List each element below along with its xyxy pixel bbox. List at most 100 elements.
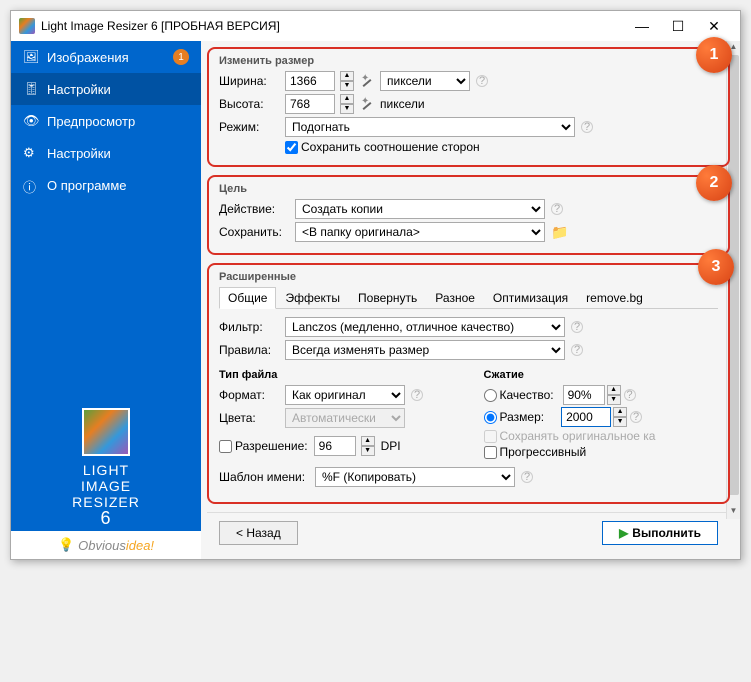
eye-icon: 👁: [23, 113, 39, 129]
sidebar-label: О программе: [47, 178, 127, 193]
sliders-icon: 🎚: [23, 81, 39, 97]
bulb-icon: 💡: [58, 537, 74, 553]
colors-label: Цвета:: [219, 411, 279, 425]
sizekb-input[interactable]: [561, 407, 611, 427]
info-icon: ⓘ: [23, 177, 39, 193]
tab-general[interactable]: Общие: [219, 287, 276, 309]
format-select[interactable]: Как оригинал: [285, 385, 405, 405]
colors-select: Автоматически: [285, 408, 405, 428]
help-icon[interactable]: ?: [476, 75, 488, 87]
width-input[interactable]: [285, 71, 335, 91]
advanced-tabs: Общие Эффекты Повернуть Разное Оптимизац…: [219, 287, 718, 309]
size-radio[interactable]: [484, 411, 497, 424]
play-icon: ▶: [619, 526, 628, 540]
filter-label: Фильтр:: [219, 320, 279, 334]
help-icon[interactable]: ?: [571, 321, 583, 333]
quality-radio[interactable]: [484, 389, 497, 402]
height-label: Высота:: [219, 97, 279, 111]
rules-select[interactable]: Всегда изменять размер: [285, 340, 565, 360]
app-icon: [19, 18, 35, 34]
height-unit-label: пиксели: [380, 97, 425, 111]
rules-label: Правила:: [219, 343, 279, 357]
quality-input[interactable]: [563, 385, 605, 405]
resolution-input[interactable]: [314, 436, 356, 456]
tab-misc[interactable]: Разное: [426, 287, 484, 308]
height-input[interactable]: [285, 94, 335, 114]
sizekb-label: Размер:: [500, 410, 545, 424]
action-label: Действие:: [219, 202, 289, 216]
logo-block: LIGHT IMAGE RESIZER 6: [11, 388, 201, 531]
scroll-down-icon[interactable]: ▼: [729, 506, 738, 518]
height-spinner[interactable]: ▲▼: [340, 94, 354, 114]
wand-icon[interactable]: [360, 97, 374, 111]
width-label: Ширина:: [219, 74, 279, 88]
help-icon[interactable]: ?: [551, 203, 563, 215]
sidebar-label: Настройки: [47, 146, 111, 161]
help-icon[interactable]: ?: [411, 389, 423, 401]
dpi-label: DPI: [381, 439, 401, 453]
run-button[interactable]: ▶ Выполнить: [602, 521, 718, 545]
help-icon[interactable]: ?: [624, 389, 636, 401]
close-button[interactable]: ✕: [696, 15, 732, 37]
mode-label: Режим:: [219, 120, 279, 134]
sidebar-item-settings[interactable]: 🎚 Настройки: [11, 73, 201, 105]
sidebar-label: Изображения: [47, 50, 129, 65]
minimize-button[interactable]: ―: [624, 15, 660, 37]
tab-effects[interactable]: Эффекты: [276, 287, 349, 308]
wand-icon[interactable]: [360, 74, 374, 88]
format-label: Формат:: [219, 388, 279, 402]
name-template-label: Шаблон имени:: [219, 470, 309, 484]
quality-spinner[interactable]: ▲▼: [607, 385, 621, 405]
resolution-checkbox[interactable]: Разрешение:: [219, 439, 308, 453]
progressive-checkbox[interactable]: Прогрессивный: [484, 445, 719, 459]
target-section: 2 Цель Действие: Создать копии ? Сохрани…: [207, 175, 730, 255]
help-icon[interactable]: ?: [630, 411, 642, 423]
folder-icon[interactable]: 📁: [551, 224, 568, 241]
footer-bar: < Назад ▶ Выполнить: [207, 512, 730, 553]
app-window: Light Image Resizer 6 [ПРОБНАЯ ВЕРСИЯ] ―…: [10, 10, 741, 560]
sidebar-item-about[interactable]: ⓘ О программе: [11, 169, 201, 201]
help-icon[interactable]: ?: [571, 344, 583, 356]
keep-ratio-checkbox[interactable]: Сохранить соотношение сторон: [285, 140, 480, 154]
sidebar-item-preview[interactable]: 👁 Предпросмотр: [11, 105, 201, 137]
sidebar-label: Настройки: [47, 82, 111, 97]
help-icon[interactable]: ?: [581, 121, 593, 133]
filetype-heading: Тип файла: [219, 369, 454, 381]
sidebar-item-images[interactable]: 🖼 Изображения 1: [11, 41, 201, 73]
callout-2: 2: [696, 165, 732, 201]
help-icon[interactable]: ?: [521, 471, 533, 483]
filter-select[interactable]: Lanczos (медленно, отличное качество): [285, 317, 565, 337]
save-select[interactable]: <В папку оригинала>: [295, 222, 545, 242]
tab-rotate[interactable]: Повернуть: [349, 287, 426, 308]
callout-3: 3: [698, 249, 734, 285]
width-unit-select[interactable]: пиксели: [380, 71, 470, 91]
content-area: ▲ ▼ 1 Изменить размер Ширина: ▲▼ пиксели…: [201, 41, 740, 559]
maximize-button[interactable]: ☐: [660, 15, 696, 37]
titlebar: Light Image Resizer 6 [ПРОБНАЯ ВЕРСИЯ] ―…: [11, 11, 740, 41]
sizekb-spinner[interactable]: ▲▼: [613, 407, 627, 427]
name-template-select[interactable]: %F (Копировать): [315, 467, 515, 487]
action-select[interactable]: Создать копии: [295, 199, 545, 219]
gear-icon: ⚙: [23, 145, 39, 161]
sidebar-label: Предпросмотр: [47, 114, 135, 129]
resize-title: Изменить размер: [219, 55, 718, 67]
width-spinner[interactable]: ▲▼: [340, 71, 354, 91]
target-title: Цель: [219, 183, 718, 195]
save-label: Сохранить:: [219, 225, 289, 239]
mode-select[interactable]: Подогнать: [285, 117, 575, 137]
resolution-spinner[interactable]: ▲▼: [361, 436, 375, 456]
resize-section: 1 Изменить размер Ширина: ▲▼ пиксели ? В…: [207, 47, 730, 167]
back-button[interactable]: < Назад: [219, 521, 298, 545]
logo-icon: [82, 408, 130, 456]
advanced-section: 3 Расширенные Общие Эффекты Повернуть Ра…: [207, 263, 730, 504]
compress-heading: Сжатие: [484, 369, 719, 381]
logo-text: LIGHT IMAGE RESIZER 6: [11, 462, 201, 526]
images-badge: 1: [173, 49, 189, 65]
quality-label: Качество:: [500, 388, 554, 402]
tab-optimization[interactable]: Оптимизация: [484, 287, 577, 308]
keep-original-checkbox: Сохранять оригинальное ка: [484, 429, 719, 443]
brand-footer[interactable]: 💡 Obviousidea!: [11, 531, 201, 559]
tab-removebg[interactable]: remove.bg: [577, 287, 652, 308]
window-title: Light Image Resizer 6 [ПРОБНАЯ ВЕРСИЯ]: [41, 19, 624, 33]
sidebar-item-prefs[interactable]: ⚙ Настройки: [11, 137, 201, 169]
